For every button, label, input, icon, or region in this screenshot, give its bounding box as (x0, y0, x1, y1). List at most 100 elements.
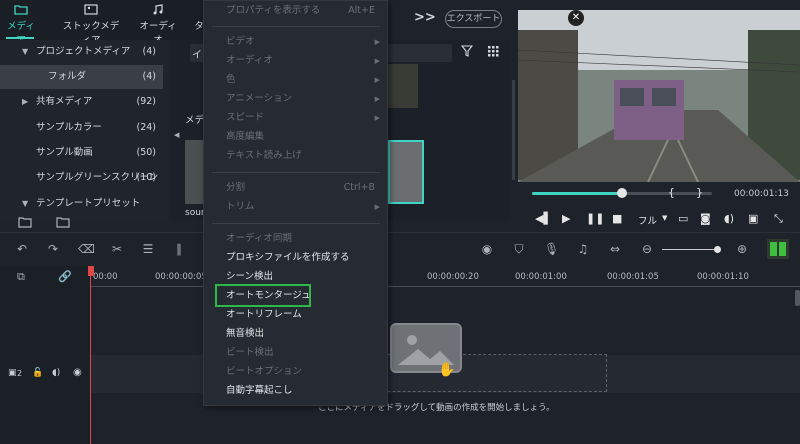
media-thumbnail-selected[interactable] (388, 140, 424, 204)
media-sidebar: ▼ プロジェクトメディア (4) フォルダ (4) ▶ 共有メディア (92) … (0, 40, 168, 220)
audio-meter-left (770, 242, 777, 256)
mute-icon[interactable]: ◖) (52, 368, 60, 378)
close-preview-icon[interactable]: ✕ (568, 10, 584, 26)
menu-item-speed[interactable]: スピード (226, 110, 264, 126)
microphone-icon[interactable]: 🎙 (544, 242, 559, 256)
fullscreen-icon[interactable]: ⤡ (774, 212, 783, 226)
expand-arrow-icon[interactable]: ▼ (22, 40, 28, 64)
menu-item-create-proxy[interactable]: プロキシファイルを作成する (226, 250, 350, 266)
menu-item-video[interactable]: ビデオ (226, 34, 255, 50)
submenu-arrow-icon: ▶ (374, 76, 380, 84)
delete-icon[interactable]: ⌫ (78, 242, 95, 256)
submenu-arrow-icon: ▶ (374, 95, 380, 103)
playhead-handle[interactable] (88, 266, 94, 276)
menu-item-silence-detect[interactable]: 無音検出 (226, 326, 264, 342)
zoom-slider-knob[interactable] (714, 246, 721, 253)
menu-item-split[interactable]: 分割 (226, 180, 245, 196)
preview-progress-knob[interactable] (617, 188, 627, 198)
tab-stock-media[interactable]: ストックメディア (60, 4, 122, 46)
zoom-slider-track[interactable] (662, 249, 718, 250)
sidebar-item-project-media[interactable]: ▼ プロジェクトメディア (4) (0, 40, 168, 64)
undo-icon[interactable]: ↶ (15, 242, 29, 256)
chevron-down-icon[interactable]: ▼ (662, 214, 667, 222)
stop-icon[interactable]: ■ (612, 212, 622, 225)
menu-separator (212, 223, 380, 224)
marker-icon[interactable]: ⛉ (512, 242, 526, 256)
audio-wave-icon[interactable]: ∥ (172, 242, 186, 256)
add-track-icon[interactable]: ⧉ (17, 270, 25, 284)
display-icon[interactable]: ▭ (678, 212, 688, 225)
snapshot-icon[interactable]: ◙ (700, 212, 711, 225)
menu-item-beat-detect[interactable]: ビート検出 (226, 345, 274, 361)
audio-mix-icon[interactable]: ♫ (576, 242, 590, 256)
sidebar-item-template-presets[interactable]: ▼ テンプレートプリセット (0, 192, 168, 216)
media-thumbnail[interactable] (185, 140, 205, 204)
new-folder-icon[interactable] (18, 216, 32, 228)
mark-out-button[interactable]: } (696, 186, 703, 199)
export-button[interactable]: エクスポート (445, 10, 502, 28)
sidebar-item-label: 共有メディア (36, 96, 93, 107)
fit-timeline-icon[interactable]: ⇔ (608, 242, 622, 256)
volume-icon[interactable]: ◖) (724, 212, 734, 225)
play-icon[interactable]: ▶ (562, 212, 570, 225)
menu-item-properties[interactable]: プロパティを表示する (226, 3, 320, 19)
menu-item-audio-sync[interactable]: オーディオ同期 (226, 231, 292, 247)
menu-item-beat-options[interactable]: ビートオプション (226, 364, 302, 380)
redo-icon[interactable]: ↷ (46, 242, 60, 256)
collapse-panel-icon[interactable]: ◀ (174, 131, 179, 139)
step-back-icon[interactable]: ◀▌ (535, 212, 552, 225)
active-tab-underline (6, 37, 34, 39)
menu-item-trim[interactable]: トリム (226, 199, 255, 215)
track-number: 2 (17, 369, 23, 378)
more-tabs-icon[interactable]: >> (414, 10, 436, 25)
playhead-line[interactable] (90, 266, 91, 444)
audio-meter (767, 239, 789, 259)
media-scrollbar[interactable] (512, 80, 515, 180)
cut-icon[interactable]: ✂ (110, 242, 124, 256)
render-icon[interactable]: ◉ (480, 242, 494, 256)
media-thumbnail-clip[interactable] (388, 64, 418, 108)
lock-icon[interactable]: 🔓 (32, 368, 43, 378)
menu-item-auto-reframe[interactable]: オートリフレーム (226, 307, 302, 323)
sidebar-item-count: (10) (136, 172, 156, 183)
sidebar-item-folder[interactable]: フォルダ (4) (0, 65, 163, 89)
ruler-label: 00:00:01:05 (607, 272, 659, 282)
submenu-arrow-icon: ▶ (374, 38, 380, 46)
menu-item-text-to-speech[interactable]: テキスト読み上げ (226, 148, 302, 164)
preview-timecode: 00:00:01:13 (734, 189, 789, 199)
menu-item-scene-detect[interactable]: シーン検出 (226, 269, 273, 285)
eye-icon[interactable]: ◉ (73, 367, 82, 378)
sidebar-item-sample-video[interactable]: サンプル動画 (50) (0, 141, 168, 165)
preview-progress-fill (532, 192, 622, 195)
audio-meter-right (779, 242, 786, 256)
link-icon[interactable]: 🔗 (58, 270, 72, 283)
sidebar-item-count: (4) (142, 71, 156, 82)
filter-icon[interactable] (461, 45, 473, 57)
zoom-in-icon[interactable]: ⊕ (735, 242, 749, 256)
timeline-scrollbar[interactable] (795, 290, 800, 306)
sidebar-item-label: サンプルカラー (36, 122, 102, 133)
menu-item-audio[interactable]: オーディオ (226, 53, 273, 69)
pause-icon[interactable]: ❚❚ (586, 212, 604, 225)
quality-dropdown[interactable]: フル (638, 213, 657, 227)
sidebar-item-label: プロジェクトメディア (36, 46, 131, 57)
ruler-label: 00:00:00:05 (155, 272, 207, 282)
sidebar-item-sample-green-screen[interactable]: サンプルグリーンスクリーン (10) (0, 166, 168, 190)
zoom-out-icon[interactable]: ⊖ (640, 242, 654, 256)
menu-item-advanced-edit[interactable]: 高度編集 (226, 129, 264, 145)
mark-in-button[interactable]: { (668, 186, 675, 199)
menu-item-animation[interactable]: アニメーション (226, 91, 292, 107)
adjust-icon[interactable]: ☰ (141, 242, 155, 256)
menu-item-auto-subtitle[interactable]: 自動字幕起こし (226, 383, 293, 399)
collapse-arrow-icon[interactable]: ▶ (22, 90, 28, 114)
expand-arrow-icon[interactable]: ▼ (22, 192, 28, 216)
sidebar-item-shared-media[interactable]: ▶ 共有メディア (92) (0, 90, 168, 114)
folder-outline-icon[interactable] (56, 216, 70, 228)
ruler-baseline (90, 286, 800, 287)
pip-icon[interactable]: ▣ (748, 212, 758, 225)
menu-item-color[interactable]: 色 (226, 72, 236, 88)
grid-view-icon[interactable] (488, 46, 499, 57)
sidebar-item-sample-color[interactable]: サンプルカラー (24) (0, 116, 168, 140)
tab-media[interactable]: メディア (4, 4, 38, 46)
tab-audio[interactable]: オーディオ (138, 4, 178, 46)
